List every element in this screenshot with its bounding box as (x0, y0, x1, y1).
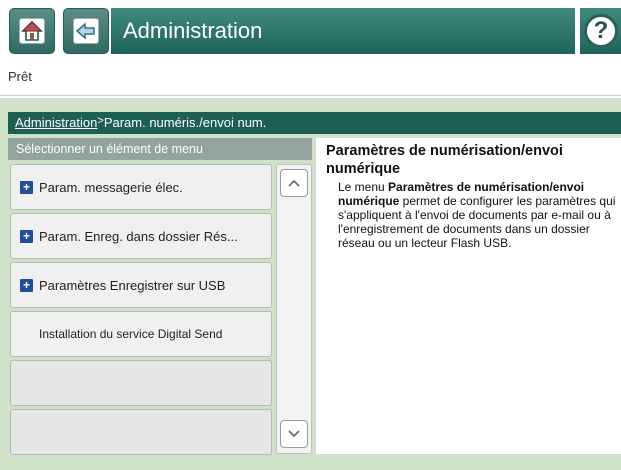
breadcrumb-current: Param. numéris./envoi num. (103, 115, 267, 130)
main-panel: Administration>Param. numéris./envoi num… (0, 98, 621, 470)
help-icon: ? (584, 14, 618, 48)
home-button[interactable] (9, 8, 55, 54)
menu-item-empty (10, 409, 272, 455)
menu-header: Sélectionner un élément de menu (8, 138, 312, 160)
help-button[interactable]: ? (580, 8, 621, 54)
expand-plus-icon: + (20, 181, 33, 194)
status-text: Prêt (8, 69, 32, 84)
menu-item-label: Paramètres Enregistrer sur USB (39, 278, 226, 293)
breadcrumb-link-administration[interactable]: Administration (15, 115, 97, 130)
menu-item-network-folder-settings[interactable]: + Param. Enreg. dans dossier Rés... (10, 213, 272, 259)
chevron-up-icon (288, 179, 300, 187)
description-body-prefix: Le menu (338, 180, 389, 194)
description-body: Le menu Paramètres de numérisation/envoi… (338, 180, 616, 250)
status-area: Prêt (0, 60, 621, 96)
page-title: Administration (123, 18, 263, 43)
scroll-down-button[interactable] (280, 420, 308, 448)
scrollbar-track[interactable] (276, 164, 312, 454)
back-button[interactable] (63, 8, 109, 54)
breadcrumb: Administration>Param. numéris./envoi num… (8, 112, 621, 134)
title-bar: Administration ? (0, 0, 621, 60)
back-arrow-icon (73, 18, 99, 44)
description-title: Paramètres de numérisation/envoi numériq… (326, 143, 563, 177)
menu-item-empty (10, 360, 272, 406)
menu-item-email-settings[interactable]: + Param. messagerie élec. (10, 164, 272, 210)
expand-plus-icon: + (20, 279, 33, 292)
title-band: Administration (111, 8, 575, 54)
menu-item-label: Param. messagerie élec. (39, 180, 183, 195)
expand-plus-icon: + (20, 230, 33, 243)
menu-item-usb-settings[interactable]: + Paramètres Enregistrer sur USB (10, 262, 272, 308)
menu-item-label: Param. Enreg. dans dossier Rés... (39, 229, 238, 244)
chevron-down-icon (288, 430, 300, 438)
scroll-up-button[interactable] (280, 169, 308, 197)
description-pane: Paramètres de numérisation/envoi numériq… (316, 138, 621, 454)
home-icon (19, 18, 45, 44)
menu-item-digital-send-setup[interactable]: Installation du service Digital Send (10, 311, 272, 357)
menu-item-label: Installation du service Digital Send (39, 327, 223, 341)
